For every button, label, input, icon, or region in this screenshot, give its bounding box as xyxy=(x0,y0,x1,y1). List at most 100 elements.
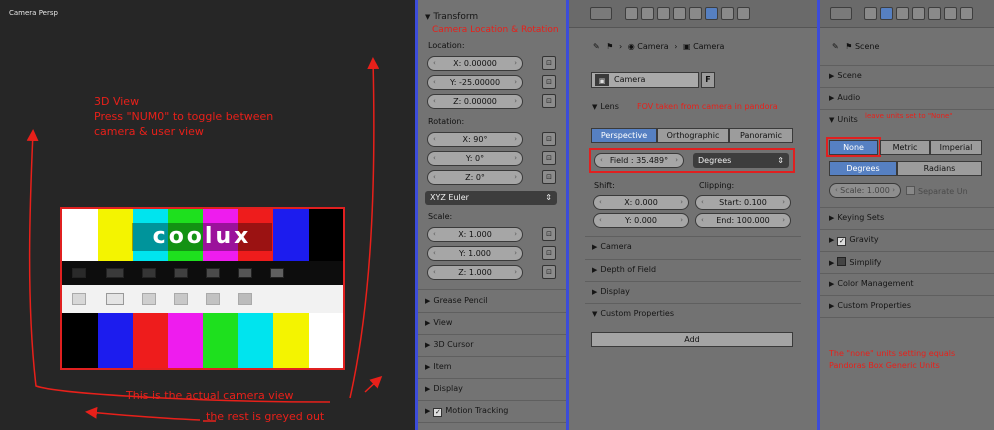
data-icon[interactable] xyxy=(960,7,973,20)
transform-panel: ▼ Transform Camera Location & Rotation Lo… xyxy=(418,0,566,430)
scene-small-icon: ⚑ xyxy=(845,42,853,51)
units-bottom-annotation: The "none" units setting equals Pandoras… xyxy=(829,348,955,372)
panel-item[interactable]: ▶ Item xyxy=(425,362,452,371)
clip-start-field[interactable]: ‹ Start: 0.100 › xyxy=(695,195,791,210)
fake-user-button[interactable]: F xyxy=(701,72,715,88)
modifier-icon[interactable] xyxy=(944,7,957,20)
lock-icon[interactable]: ⊡ xyxy=(542,227,556,241)
panel-audio[interactable]: ▶ Audio xyxy=(829,93,860,102)
panel-display[interactable]: ▶ Display xyxy=(425,384,463,393)
lock-icon[interactable]: ⊡ xyxy=(542,56,556,70)
panel-depth-of-field[interactable]: ▶ Depth of Field xyxy=(592,265,656,274)
checkbox-icon[interactable]: ✓ xyxy=(433,408,443,417)
world-icon[interactable] xyxy=(896,7,909,20)
rotation-x-field[interactable]: ‹ X: 90° › xyxy=(427,132,523,147)
constraint-icon[interactable] xyxy=(928,7,941,20)
properties-header xyxy=(569,0,817,28)
shift-y-field[interactable]: ‹ Y: 0.000 › xyxy=(593,213,689,228)
location-y-field[interactable]: ‹ Y: -25.00000 › xyxy=(427,75,523,90)
scale-y-field[interactable]: ‹ Y: 1.000 › xyxy=(427,246,523,261)
panel-units[interactable]: ▼ Units xyxy=(829,115,858,124)
world-icon[interactable] xyxy=(657,7,670,20)
add-property-button[interactable]: Add xyxy=(591,332,793,347)
rotation-label: Rotation: xyxy=(428,117,465,126)
breadcrumb: ✎ ⚑ Scene xyxy=(832,42,880,51)
checkbox-icon[interactable]: ✓ xyxy=(837,237,847,246)
object-icon[interactable] xyxy=(673,7,686,20)
lock-icon[interactable]: ⊡ xyxy=(542,246,556,260)
clip-end-field[interactable]: ‹ End: 100.000 › xyxy=(695,213,791,228)
location-label: Location: xyxy=(428,41,465,50)
panel-custom-properties[interactable]: ▼ Custom Properties xyxy=(592,309,674,318)
panel-3d-cursor[interactable]: ▶ 3D Cursor xyxy=(425,340,473,349)
rotation-mode-select[interactable]: XYZ Euler ⇕ xyxy=(425,191,557,205)
fov-unit-select[interactable]: Degrees ⇕ xyxy=(693,153,789,168)
3d-viewport[interactable]: Camera Persp 3D View Press "NUM0" to tog… xyxy=(0,0,415,430)
scene-icon[interactable] xyxy=(880,7,893,20)
tab-perspective[interactable]: Perspective xyxy=(591,128,657,143)
render-icon[interactable] xyxy=(625,7,638,20)
tab-orthographic[interactable]: Orthographic xyxy=(657,128,729,143)
rotation-unit-degrees[interactable]: Degrees xyxy=(829,161,897,176)
constraint-icon[interactable] xyxy=(689,7,702,20)
scene-properties-panel: ✎ ⚑ Scene ▶ Scene ▶ Audio ▼ Units leave uni… xyxy=(820,0,994,430)
lens-annotation: FOV taken from camera in pandora xyxy=(637,102,778,111)
unit-system-imperial[interactable]: Imperial xyxy=(930,140,982,155)
pin-icon[interactable]: ✎ xyxy=(832,42,839,51)
annotation-arrows xyxy=(26,57,383,422)
unit-system-metric[interactable]: Metric xyxy=(880,140,930,155)
texture-icon[interactable] xyxy=(721,7,734,20)
scale-label: Scale: xyxy=(428,212,453,221)
camera-icon: ▣ xyxy=(595,74,609,86)
lock-icon[interactable]: ⊡ xyxy=(542,170,556,184)
camera-object-icon: ◉ xyxy=(627,42,635,51)
panel-view[interactable]: ▶ View xyxy=(425,318,452,327)
panel-simplify[interactable]: ▶ Simplify xyxy=(829,257,881,267)
editor-type-icon[interactable] xyxy=(830,7,852,20)
transform-header[interactable]: ▼ Transform xyxy=(425,12,478,22)
panel-motion-tracking[interactable]: ▶ ✓ Motion Tracking xyxy=(425,406,508,417)
physics-icon[interactable] xyxy=(737,7,750,20)
rotation-unit-radians[interactable]: Radians xyxy=(897,161,982,176)
scale-z-field[interactable]: ‹ Z: 1.000 › xyxy=(427,265,523,280)
separate-units-toggle[interactable]: Separate Un xyxy=(906,186,968,196)
location-z-field[interactable]: ‹ Z: 0.00000 › xyxy=(427,94,523,109)
field-of-view-field[interactable]: ‹ Field : 35.489° › xyxy=(594,153,684,168)
scale-x-field[interactable]: ‹ X: 1.000 › xyxy=(427,227,523,242)
lock-icon[interactable]: ⊡ xyxy=(542,75,556,89)
rotation-z-field[interactable]: ‹ Z: 0° › xyxy=(427,170,523,185)
render-icon[interactable] xyxy=(864,7,877,20)
shift-label: Shift: xyxy=(594,181,615,190)
panel-scene[interactable]: ▶ Scene xyxy=(829,71,862,80)
lens-header[interactable]: ▼ Lens xyxy=(592,102,619,111)
camera-datablock-field[interactable]: ▣ Camera xyxy=(591,72,699,88)
checkbox-icon[interactable] xyxy=(837,257,847,266)
panel-keying-sets[interactable]: ▶ Keying Sets xyxy=(829,213,884,222)
rotation-y-field[interactable]: ‹ Y: 0° › xyxy=(427,151,523,166)
lock-icon[interactable]: ⊡ xyxy=(542,94,556,108)
panel-grease-pencil[interactable]: ▶ Grease Pencil xyxy=(425,296,488,305)
checkbox-icon[interactable] xyxy=(906,186,915,195)
unit-system-none[interactable]: None xyxy=(829,140,878,155)
unit-scale-field[interactable]: ‹ Scale: 1.000 › xyxy=(829,183,901,198)
lock-icon[interactable]: ⊡ xyxy=(542,132,556,146)
panel-camera[interactable]: ▶ Camera xyxy=(592,242,632,251)
scene-icon[interactable] xyxy=(641,7,654,20)
lock-icon[interactable]: ⊡ xyxy=(542,265,556,279)
panel-color-management[interactable]: ▶ Color Management xyxy=(829,279,914,288)
pin-icon[interactable]: ✎ xyxy=(593,42,600,51)
camera-data-icon[interactable] xyxy=(705,7,718,20)
properties-header xyxy=(820,0,994,28)
tab-panoramic[interactable]: Panoramic xyxy=(729,128,793,143)
object-icon[interactable] xyxy=(912,7,925,20)
panel-gravity[interactable]: ▶ ✓ Gravity xyxy=(829,235,879,246)
camera-properties-panel: ✎ ⚑ › ◉ Camera › ▣ Camera ▣ Camera F ▼ Len… xyxy=(569,0,817,430)
panel-display[interactable]: ▶ Display xyxy=(592,287,630,296)
annotation-line: Pandoras Box Generic Units xyxy=(829,361,940,370)
panel-custom-properties[interactable]: ▶ Custom Properties xyxy=(829,301,911,310)
annotation-line: The "none" units setting equals xyxy=(829,349,956,358)
shift-x-field[interactable]: ‹ X: 0.000 › xyxy=(593,195,689,210)
lock-icon[interactable]: ⊡ xyxy=(542,151,556,165)
editor-type-icon[interactable] xyxy=(590,7,612,20)
location-x-field[interactable]: ‹ X: 0.00000 › xyxy=(427,56,523,71)
